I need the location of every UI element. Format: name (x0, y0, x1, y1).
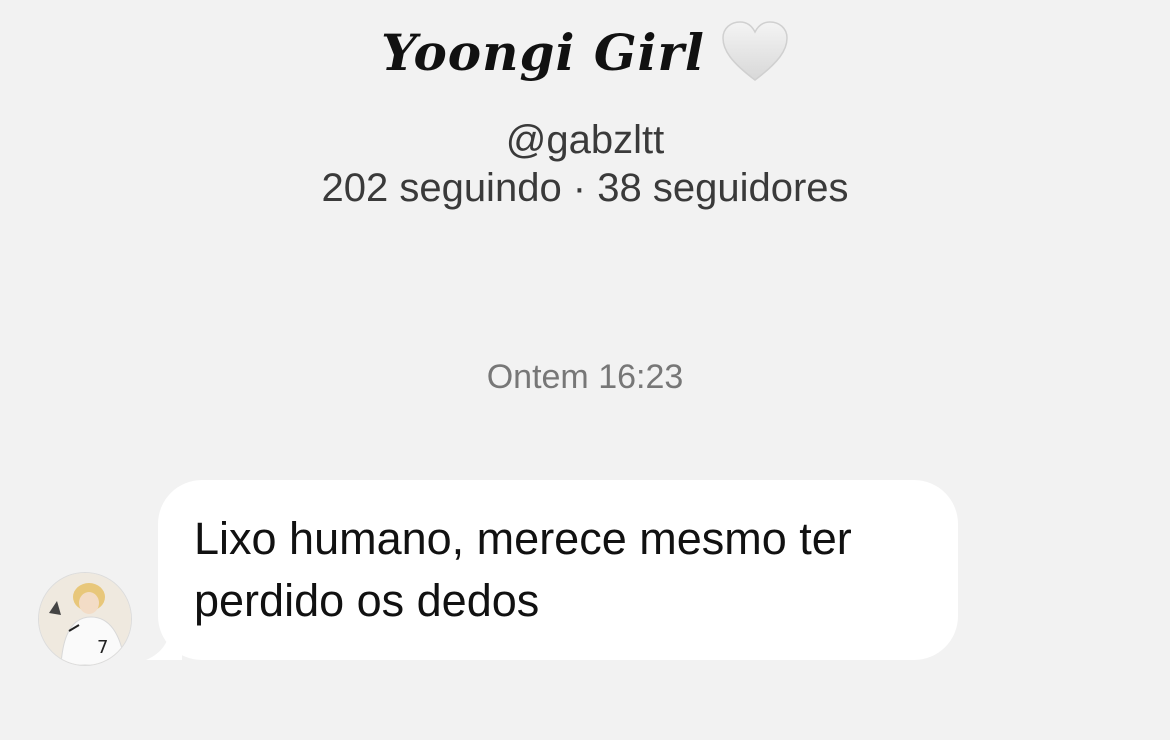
follow-stats[interactable]: 202 seguindo · 38 seguidores (0, 166, 1170, 211)
message-text: Lixo humano, merece mesmo ter perdido os… (194, 513, 852, 626)
avatar[interactable]: 7 (38, 572, 132, 666)
message-timestamp: Ontem 16:23 (486, 358, 684, 396)
display-name-row: Yoongi Girl (0, 20, 1170, 84)
username[interactable]: @gabzltt (0, 118, 1170, 163)
svg-text:7: 7 (97, 637, 108, 658)
message-bubble[interactable]: Lixo humano, merece mesmo ter perdido os… (158, 480, 958, 660)
display-name: Yoongi Girl (381, 22, 705, 82)
message-row: 7 Lixo humano, merece mesmo ter perdido … (38, 480, 1138, 670)
white-heart-icon (721, 20, 789, 84)
